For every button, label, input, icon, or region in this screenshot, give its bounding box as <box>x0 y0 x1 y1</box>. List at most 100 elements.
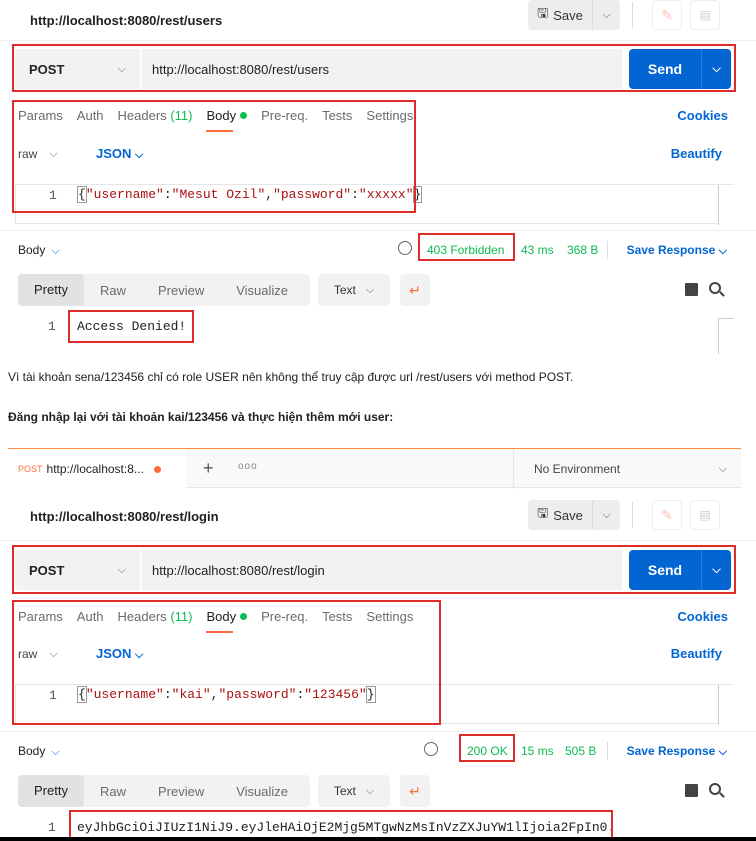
unsaved-dot-icon <box>153 465 161 473</box>
line-number: 1 <box>49 188 57 203</box>
tab-body[interactable]: Body <box>206 609 248 633</box>
tab-preview[interactable]: Preview <box>142 784 220 799</box>
response-body-label: Body <box>18 243 46 257</box>
documentation-icon[interactable]: ▤ <box>690 0 720 30</box>
response-bar: Body ⌵ 403 Forbidden 43 ms 368 B Save Res… <box>18 241 738 261</box>
tab-tests[interactable]: Tests <box>322 609 352 624</box>
tab-tests[interactable]: Tests <box>322 108 352 123</box>
edit-pencil-icon[interactable]: ✎ <box>652 0 682 30</box>
method-select[interactable]: POST ⌵ <box>15 49 140 89</box>
save-response-button[interactable]: Save Response ⌵ <box>627 243 727 258</box>
save-button[interactable]: 🖫 Save <box>528 0 592 30</box>
tab-pre-request[interactable]: Pre-req. <box>261 108 308 123</box>
response-scrollbar[interactable] <box>718 318 734 354</box>
response-view-tabs: Pretty Raw Preview Visualize <box>18 775 310 807</box>
editor-scrollbar[interactable] <box>718 685 734 725</box>
save-button[interactable]: 🖫 Save <box>528 500 592 530</box>
edit-pencil-icon[interactable]: ✎ <box>652 500 682 530</box>
body-format-select[interactable]: JSON ⌵ <box>96 146 143 162</box>
status-code[interactable]: 200 OK <box>467 744 508 758</box>
request-line: POST ⌵ http://localhost:8080/rest/users S… <box>15 48 734 90</box>
save-group: 🖫 Save ⌵ <box>528 500 620 530</box>
cookies-link[interactable]: Cookies <box>677 108 728 123</box>
copy-icon[interactable] <box>685 784 698 797</box>
body-editor[interactable]: 1 {"username":"Mesut Ozil","password":"x… <box>15 184 734 225</box>
chevron-down-icon: ⌵ <box>135 149 144 161</box>
save-response-button[interactable]: Save Response ⌵ <box>627 744 727 759</box>
copy-icon[interactable] <box>685 283 698 296</box>
response-format-select[interactable]: Text ⌵ <box>318 274 390 306</box>
tab-preview[interactable]: Preview <box>142 283 220 298</box>
cookies-link[interactable]: Cookies <box>677 609 728 624</box>
more-tabs-icon[interactable]: ooo <box>238 461 258 472</box>
chevron-down-icon: ⌵ <box>117 62 126 75</box>
globe-icon[interactable] <box>398 241 412 255</box>
body-format-select[interactable]: JSON ⌵ <box>96 646 143 662</box>
chevron-down-icon: ⌵ <box>135 649 144 661</box>
tab-settings[interactable]: Settings <box>366 609 413 624</box>
save-options-chevron-icon[interactable]: ⌵ <box>592 0 620 30</box>
tab-pretty[interactable]: Pretty <box>18 274 84 306</box>
body-type-label: raw <box>18 147 38 161</box>
chevron-down-icon[interactable]: ⌵ <box>702 564 731 577</box>
response-size[interactable]: 505 B <box>565 744 596 758</box>
tab-pre-request[interactable]: Pre-req. <box>261 609 308 624</box>
instruction-text: Đăng nhập lại với tài khoản kai/123456 v… <box>8 410 394 424</box>
method-select[interactable]: POST ⌵ <box>15 550 140 590</box>
request-tab[interactable]: POST http://localhost:8... <box>8 449 186 489</box>
bottom-edge <box>0 837 756 841</box>
wrap-lines-icon[interactable]: ↵ <box>400 775 430 807</box>
json-value: "xxxxx" <box>358 187 414 202</box>
divider <box>0 731 756 732</box>
body-editor[interactable]: 1 {"username":"kai","password":"123456"} <box>15 684 734 725</box>
request-title-bar: http://localhost:8080/rest/login <box>0 496 756 536</box>
beautify-link[interactable]: Beautify <box>671 146 722 161</box>
send-button[interactable]: Send ⌵ <box>629 550 731 590</box>
editor-scrollbar[interactable] <box>718 185 734 225</box>
tab-visualize[interactable]: Visualize <box>220 784 304 799</box>
response-size[interactable]: 368 B <box>567 243 598 257</box>
save-response-label: Save Response <box>626 243 716 257</box>
request-tabs: Params Auth Headers (11) Body Pre-req. T… <box>18 609 427 633</box>
chevron-down-icon: ⌵ <box>365 283 375 296</box>
tab-params[interactable]: Params <box>18 108 63 123</box>
json-key: "username" <box>85 187 164 202</box>
globe-icon[interactable] <box>424 742 438 756</box>
brace: } <box>365 686 376 703</box>
tab-auth[interactable]: Auth <box>77 609 104 624</box>
send-button[interactable]: Send ⌵ <box>629 49 731 89</box>
tab-raw[interactable]: Raw <box>84 283 142 298</box>
tab-visualize[interactable]: Visualize <box>220 283 304 298</box>
tab-headers[interactable]: Headers (11) <box>118 609 193 624</box>
url-input[interactable]: http://localhost:8080/rest/login <box>142 550 622 590</box>
url-input[interactable]: http://localhost:8080/rest/users <box>142 49 622 89</box>
chevron-down-icon: ⌵ <box>718 462 727 475</box>
body-type-select[interactable]: raw ⌵ <box>18 647 58 661</box>
tab-raw[interactable]: Raw <box>84 784 142 799</box>
wrap-lines-icon[interactable]: ↵ <box>400 274 430 306</box>
json-value: "123456" <box>304 687 367 702</box>
tab-pretty[interactable]: Pretty <box>18 775 84 807</box>
tab-headers[interactable]: Headers (11) <box>118 108 193 123</box>
beautify-link[interactable]: Beautify <box>671 646 722 661</box>
search-icon[interactable] <box>709 783 721 795</box>
tab-body[interactable]: Body <box>206 108 248 132</box>
response-time[interactable]: 15 ms <box>521 744 554 758</box>
documentation-icon[interactable]: ▤ <box>690 500 720 530</box>
search-icon[interactable] <box>709 282 721 294</box>
chevron-down-icon[interactable]: ⌵ <box>702 63 731 76</box>
save-options-chevron-icon[interactable]: ⌵ <box>592 500 620 530</box>
tab-settings[interactable]: Settings <box>366 108 413 123</box>
tab-auth[interactable]: Auth <box>77 108 104 123</box>
response-body-select[interactable]: Body ⌵ <box>18 243 60 258</box>
response-format-select[interactable]: Text ⌵ <box>318 775 390 807</box>
body-type-select[interactable]: raw ⌵ <box>18 147 58 161</box>
tab-params[interactable]: Params <box>18 609 63 624</box>
response-body-select[interactable]: Body ⌵ <box>18 744 60 759</box>
request-tab-label: http://localhost:8... <box>46 462 144 476</box>
environment-select[interactable]: No Environment ⌵ <box>513 449 741 489</box>
headers-count: (11) <box>170 108 193 123</box>
status-code[interactable]: 403 Forbidden <box>427 243 504 257</box>
new-tab-plus-icon[interactable]: + <box>203 458 214 479</box>
response-time[interactable]: 43 ms <box>521 243 554 257</box>
